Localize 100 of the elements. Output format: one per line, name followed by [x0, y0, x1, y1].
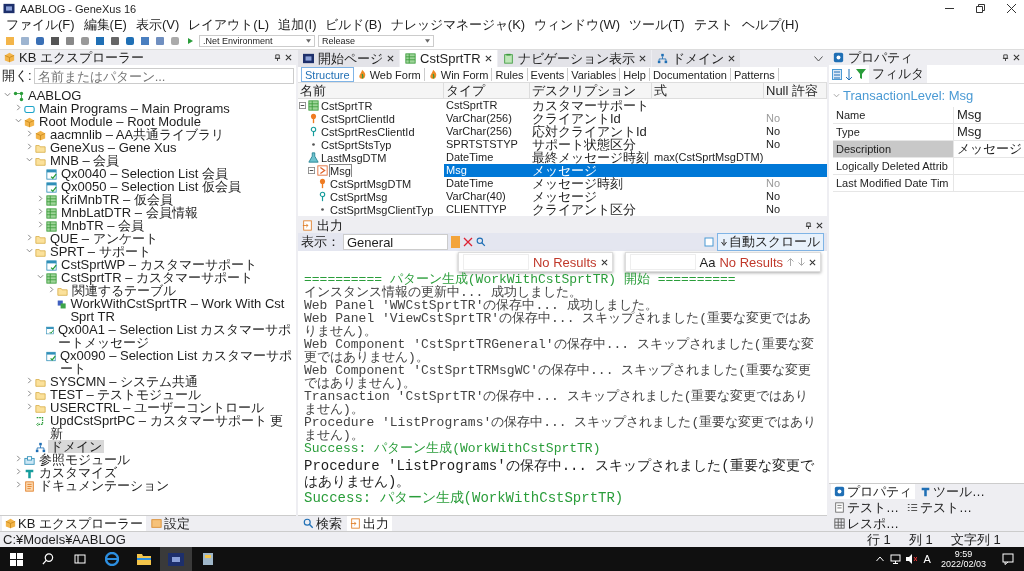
pin-icon[interactable] — [805, 222, 812, 229]
match-case-toggle[interactable]: Aa — [699, 254, 716, 270]
app-logo-icon[interactable] — [168, 552, 184, 566]
property-value[interactable]: Msg — [953, 124, 1024, 140]
panel-tab[interactable]: 出力 — [347, 516, 392, 531]
windows-start-icon[interactable] — [9, 552, 23, 566]
tree-item[interactable]: SPRT – サポート — [48, 245, 153, 258]
menu-item[interactable]: レイアウト(L) — [188, 16, 270, 34]
close-icon[interactable] — [816, 222, 823, 229]
clock[interactable]: 9:59 2022/02/03 — [934, 549, 992, 569]
task-view-icon[interactable] — [74, 553, 86, 565]
section-tab[interactable]: Patterns — [730, 68, 779, 81]
panel-tab[interactable]: テスト… — [904, 500, 975, 515]
tree-item[interactable]: Qx0090 – Selection List カスタマーサポート — [58, 349, 296, 375]
tree-item[interactable]: Root Module – Root Module — [37, 115, 203, 128]
column-header[interactable]: デスクリプション — [530, 83, 652, 99]
panel-tab[interactable]: 設定 — [147, 516, 193, 531]
property-name[interactable]: Description — [833, 141, 953, 157]
editor-tab[interactable]: ナビゲーション表示 — [497, 50, 651, 67]
menu-item[interactable]: ナレッジマネージャ(K) — [390, 16, 526, 34]
menu-item[interactable]: 表示(V) — [135, 16, 180, 34]
tree-item[interactable]: MnbTR – 会員 — [59, 219, 147, 232]
column-header[interactable]: 式 — [652, 83, 764, 99]
panel-tab[interactable]: ツール… — [917, 484, 988, 499]
panel-tab[interactable]: プロパティ — [831, 484, 915, 499]
tree-item[interactable]: カスタマイズ — [37, 466, 119, 479]
editor-tab[interactable]: 開始ページ — [298, 50, 399, 67]
menu-item[interactable]: 編集(E) — [83, 16, 127, 34]
server-icon[interactable] — [201, 552, 215, 566]
section-tab[interactable]: Events — [527, 68, 569, 81]
wrap-icon[interactable] — [704, 237, 714, 247]
close-icon[interactable] — [600, 258, 608, 266]
search-icon[interactable] — [42, 553, 54, 565]
notification-icon[interactable] — [1002, 553, 1014, 565]
panel-tab[interactable]: 検索 — [300, 516, 345, 531]
tree-item[interactable]: ドキュメンテーション — [37, 479, 171, 492]
panel-tab[interactable]: レスポ… — [831, 516, 902, 531]
section-tab[interactable]: Rules — [492, 68, 528, 81]
tree-item[interactable]: aacmnlib – AA共通ライブラリ — [48, 128, 227, 141]
column-header[interactable]: タイプ — [444, 83, 530, 99]
auto-scroll-button[interactable]: 自動スクロール — [717, 233, 824, 251]
close-icon[interactable] — [1013, 54, 1020, 61]
tree-item[interactable]: CstSprtWP – カスタマーサポート — [59, 258, 259, 271]
configuration-dropdown[interactable]: Release — [318, 35, 434, 47]
filter-button[interactable]: フィルタ — [869, 65, 927, 83]
tree-item[interactable]: GeneXus – Gene Xus — [48, 141, 179, 154]
tree-item[interactable]: KriMnbTR – 仮会員 — [59, 193, 175, 206]
restore-icon[interactable] — [975, 4, 985, 13]
menu-item[interactable]: ツール(T) — [629, 16, 685, 34]
categorized-icon[interactable] — [832, 68, 842, 80]
section-tab[interactable]: Win Form — [424, 68, 493, 81]
editor-tab[interactable]: CstSprtTR — [400, 50, 497, 67]
tree-item[interactable]: Qx00A1 – Selection List カスタマーサポートメッセージ — [56, 323, 296, 349]
close-icon[interactable] — [638, 55, 646, 62]
environment-dropdown[interactable]: .Net Environment — [199, 35, 315, 47]
section-tab[interactable]: Variables — [568, 68, 621, 81]
tree-item[interactable]: QUE – アンケート — [48, 232, 160, 245]
column-header[interactable]: Null 許容 — [764, 83, 827, 99]
tree-item[interactable]: ドメイン — [48, 440, 104, 453]
collapse-box-icon[interactable] — [308, 167, 315, 174]
menu-item[interactable]: テスト — [693, 16, 733, 34]
section-tab[interactable]: Help — [620, 68, 650, 81]
tree-item[interactable]: WorkWithCstSprtTR – Work With Cst Sprt TR — [68, 297, 296, 323]
search-field[interactable]: 名前またはパターン... — [33, 68, 294, 84]
tree-item[interactable]: Qx0050 – Selection List 仮会員 — [59, 180, 243, 193]
find-field[interactable] — [629, 254, 696, 270]
column-header[interactable]: 名前 — [298, 83, 444, 99]
tree-item[interactable]: Main Programs – Main Programs — [37, 102, 232, 115]
menu-item[interactable]: ウィンドウ(W) — [534, 16, 621, 34]
collapse-box-icon[interactable] — [299, 102, 306, 109]
tree-item[interactable]: 参照モジュール — [37, 453, 132, 466]
menu-item[interactable]: ビルド(B) — [325, 16, 382, 34]
property-value[interactable]: メッセージ — [953, 141, 1024, 157]
section-tab[interactable]: Structure — [301, 67, 354, 82]
tree-item[interactable]: CstSprtTR – カスタマーサポート — [59, 271, 256, 284]
property-name[interactable]: Name — [833, 107, 953, 123]
panel-tab[interactable]: KB エクスプローラー — [2, 516, 146, 531]
close-icon[interactable] — [809, 258, 816, 266]
tree-item[interactable]: UpdCstSprtPC – カスタマーサポート 更新 — [47, 414, 296, 440]
tree-item[interactable]: SYSCMN – システム共通 — [48, 375, 201, 388]
filter-icon[interactable] — [856, 69, 866, 79]
tree-item[interactable]: Qx0040 – Selection List 会員 — [59, 167, 230, 180]
tree-item[interactable]: USERCTRL – ユーザーコントロール — [48, 401, 267, 414]
close-icon[interactable] — [727, 55, 735, 62]
sort-icon[interactable] — [845, 68, 853, 80]
close-icon[interactable] — [484, 55, 492, 62]
tree-item[interactable]: TEST – テストモジュール — [48, 388, 204, 401]
pin-icon[interactable] — [1002, 54, 1009, 61]
up-arrow-icon[interactable] — [787, 258, 794, 266]
tree-item[interactable]: 関連するテーブル — [70, 284, 178, 297]
clear-icon[interactable] — [463, 237, 473, 247]
channel-dropdown[interactable]: General — [343, 234, 448, 250]
property-name[interactable]: Last Modified Date Tim — [833, 175, 953, 191]
section-tab[interactable]: Documentation — [649, 68, 731, 81]
panel-tab[interactable]: テスト… — [831, 500, 902, 515]
ime-indicator[interactable]: A — [919, 553, 935, 565]
find-field[interactable] — [462, 254, 529, 270]
section-tab[interactable]: Web Form — [353, 68, 425, 81]
menu-item[interactable]: 追加(I) — [278, 16, 317, 34]
tree-item[interactable]: MnbLatDTR – 会員情報 — [59, 206, 200, 219]
